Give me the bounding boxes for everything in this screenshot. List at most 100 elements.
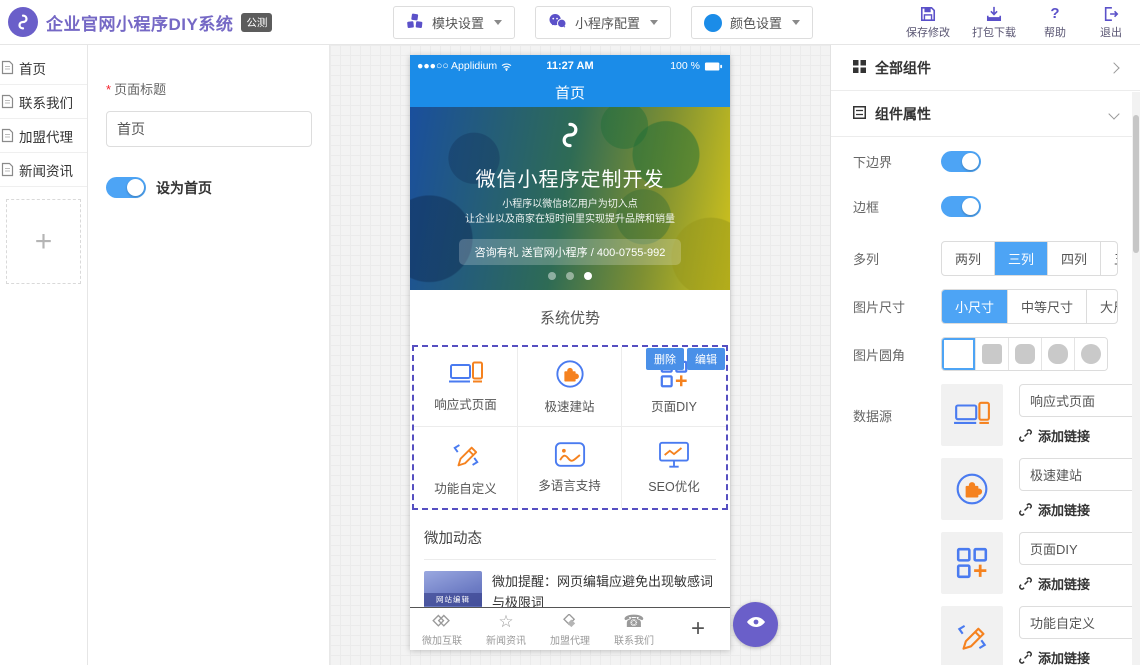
radius-option-medium[interactable] [1008, 338, 1041, 370]
datasource-title-input[interactable] [1019, 458, 1140, 491]
all-components-header[interactable]: 全部组件 [831, 45, 1140, 91]
news-section-title: 微加动态 [424, 516, 716, 560]
help-button[interactable]: ? 帮助 [1038, 5, 1072, 40]
module-settings-button[interactable]: 模块设置 [393, 6, 515, 39]
size-option-large[interactable]: 大尺寸 [1086, 290, 1118, 323]
color-settings-button[interactable]: 颜色设置 [691, 6, 813, 39]
component-action-badges: 删除 编辑 [646, 348, 725, 370]
set-home-label: 设为首页 [156, 178, 212, 198]
banner-line1: 小程序以微信8亿用户为切入点 [410, 198, 730, 213]
add-link-button[interactable]: 添加链接 [1019, 574, 1140, 593]
chevron-down-icon [792, 20, 800, 25]
phone-nav-bar: 首页 [410, 77, 730, 107]
delete-component-button[interactable]: 删除 [646, 348, 684, 370]
save-button[interactable]: 保存修改 [906, 5, 950, 40]
news-list-item[interactable]: 网站编辑 微加提醒：网页编辑应避免出现敏感词与极限词 [410, 560, 730, 614]
beta-badge: 公测 [241, 13, 272, 32]
tab-weijia[interactable]: 微加互联 [410, 608, 474, 650]
tab-agent[interactable]: 加盟代理 [538, 608, 602, 650]
tab-contact[interactable]: ☎ 联系我们 [602, 608, 666, 650]
grid-item-label: 页面DIY [651, 396, 697, 415]
header-menus: 模块设置 小程序配置 颜色设置 [393, 6, 813, 39]
panel-scrollbar[interactable] [1132, 92, 1140, 665]
radius-option-circle[interactable] [1074, 338, 1107, 370]
grid-item-seo[interactable]: SEO优化 [622, 427, 726, 508]
bottom-border-toggle[interactable] [941, 151, 981, 172]
download-icon [986, 5, 1002, 22]
grid-item-multilanguage[interactable]: 多语言支持 [518, 427, 622, 508]
image-size-row: 图片尺寸 小尺寸 中等尺寸 大尺寸 [853, 289, 1118, 324]
columns-option-4[interactable]: 四列 [1047, 242, 1100, 275]
tab-label: 新闻资讯 [486, 632, 526, 647]
exit-button[interactable]: 退出 [1094, 5, 1128, 40]
component-props-header[interactable]: 组件属性 [831, 91, 1140, 137]
datasource-title-input[interactable] [1019, 606, 1140, 639]
page-title-input[interactable] [106, 111, 312, 147]
datasource-list: 添加链接 添加链接 [941, 384, 1140, 665]
advantage-section-title: 系统优势 [410, 290, 730, 345]
radius-option-large[interactable] [1041, 338, 1074, 370]
tab-label: 联系我们 [614, 632, 654, 647]
sidebar-item-contact[interactable]: 联系我们 [0, 85, 87, 119]
add-link-button[interactable]: 添加链接 [1019, 500, 1140, 519]
add-link-label: 添加链接 [1038, 500, 1090, 519]
tabbar-add-button[interactable]: + [666, 608, 730, 650]
app-logo-icon [8, 7, 38, 37]
datasource-title-input[interactable] [1019, 384, 1140, 417]
sidebar-item-agent[interactable]: 加盟代理 [0, 119, 87, 153]
news-thumbnail-caption: 网站编辑 [424, 593, 482, 606]
size-option-medium[interactable]: 中等尺寸 [1007, 290, 1086, 323]
grid-item-label: 极速建站 [544, 396, 594, 415]
carousel-dot-active[interactable] [584, 272, 592, 280]
columns-row: 多列 两列 三列 四列 五列 [853, 241, 1118, 276]
sidebar-item-home[interactable]: 首页 [0, 51, 87, 85]
page-icon [1, 60, 14, 75]
grid-item-fast-build[interactable]: 极速建站 [518, 347, 622, 427]
columns-option-2[interactable]: 两列 [942, 242, 994, 275]
page-icon [1, 128, 14, 143]
inspector-content: 下边界 边框 多列 两列 三列 四列 五列 图片尺寸 小尺寸 中等尺寸 大尺寸 [831, 137, 1140, 665]
page-title-label: 页面标题 [114, 82, 166, 97]
banner-cta-button[interactable]: 咨询有礼 送官网小程序 / 400-0755-992 [459, 239, 682, 265]
carousel-dot[interactable] [548, 272, 556, 280]
border-toggle[interactable] [941, 196, 981, 217]
add-link-button[interactable]: 添加链接 [1019, 648, 1140, 665]
tab-news[interactable]: ☆ 新闻资讯 [474, 608, 538, 650]
help-label: 帮助 [1044, 24, 1066, 40]
set-home-toggle[interactable] [106, 177, 146, 198]
save-label: 保存修改 [906, 24, 950, 40]
radius-option-small[interactable] [975, 338, 1008, 370]
responsive-page-icon [448, 361, 484, 387]
carousel-dot[interactable] [566, 272, 574, 280]
download-button[interactable]: 打包下载 [972, 5, 1016, 40]
banner-subtitle: 小程序以微信8亿用户为切入点 让企业以及商家在短时间里实现提升品牌和销量 [410, 198, 730, 227]
radius-option-none-selected[interactable] [942, 338, 975, 370]
columns-option-5[interactable]: 五列 [1100, 242, 1118, 275]
app-header: 企业官网小程序DIY系统 公测 模块设置 小程序配置 颜色设置 [0, 0, 1140, 45]
color-settings-label: 颜色设置 [730, 13, 782, 32]
miniprogram-config-button[interactable]: 小程序配置 [535, 6, 671, 39]
datasource-item: 添加链接 [941, 384, 1140, 446]
pages-sidebar: 首页 联系我们 加盟代理 新闻资讯 + [0, 45, 88, 665]
chevron-down-icon [1108, 108, 1119, 119]
sidebar-item-news[interactable]: 新闻资讯 [0, 153, 87, 187]
columns-option-3-active[interactable]: 三列 [994, 242, 1047, 275]
grid-item-custom-function[interactable]: 功能自定义 [414, 427, 518, 508]
selected-component-outline[interactable]: 删除 编辑 响应式页面 极速建站 页面DIY 功能自定义 [412, 345, 728, 510]
edit-component-button[interactable]: 编辑 [687, 348, 725, 370]
grid-item-responsive[interactable]: 响应式页面 [414, 347, 518, 427]
add-page-button[interactable]: + [6, 199, 81, 284]
all-components-label: 全部组件 [875, 58, 931, 78]
datasource-title-input[interactable] [1019, 532, 1140, 565]
chevron-down-icon [650, 20, 658, 25]
phone-preview: ●●●○○ Applidium 11:27 AM 100 % 首页 微信小程序定… [410, 55, 730, 650]
banner-slide[interactable]: 微信小程序定制开发 小程序以微信8亿用户为切入点 让企业以及商家在短时间里实现提… [410, 107, 730, 290]
page-title-label-row: *页面标题 [106, 79, 329, 98]
scrollbar-thumb[interactable] [1133, 115, 1139, 253]
preview-button[interactable] [733, 602, 778, 647]
add-link-label: 添加链接 [1038, 574, 1090, 593]
add-link-label: 添加链接 [1038, 426, 1090, 445]
add-link-button[interactable]: 添加链接 [1019, 426, 1140, 445]
sidebar-item-label: 联系我们 [19, 92, 73, 112]
size-option-small-active[interactable]: 小尺寸 [942, 290, 1007, 323]
